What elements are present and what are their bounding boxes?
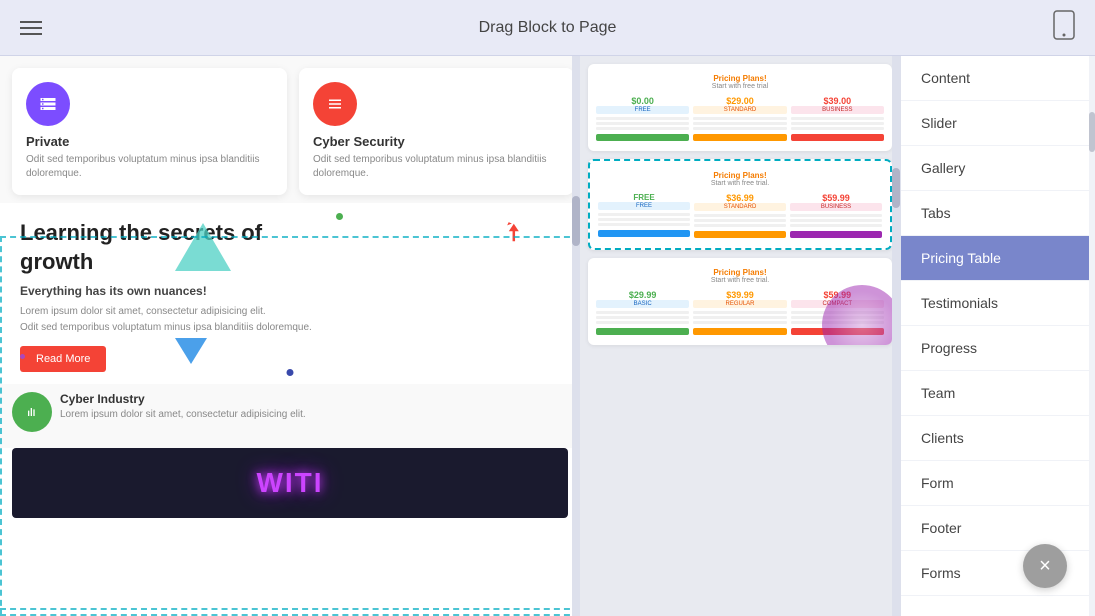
pb1-title: Pricing Plans!	[596, 74, 884, 83]
sidebar-item-footer[interactable]: Footer	[901, 506, 1095, 551]
page-title: Drag Block to Page	[62, 19, 1033, 37]
hero-section: Learning the secrets of growth Everythin…	[0, 203, 580, 384]
card-cybersec-title: Cyber Security	[313, 134, 560, 149]
blue-triangle	[175, 338, 207, 364]
card-cybersec-text: Odit sed temporibus voluptatum minus ips…	[313, 153, 560, 181]
pricing-preview-column: Pricing Plans! Start with free trial $0.…	[580, 56, 900, 616]
selection-border-bottom	[0, 608, 580, 616]
panel-scroll: Content Slider Gallery Tabs Pricing Tabl…	[901, 56, 1095, 616]
sidebar-item-clients[interactable]: Clients	[901, 416, 1095, 461]
arrow-icon	[495, 217, 536, 262]
top-bar: Drag Block to Page	[0, 0, 1095, 56]
card-cybersec: Cyber Security Odit sed temporibus volup…	[299, 68, 574, 195]
hero-body: Lorem ipsum dolor sit amet, consectetur …	[20, 304, 333, 336]
card-industry-text: Lorem ipsum dolor sit amet, consectetur …	[60, 409, 306, 420]
page-preview: Private Odit sed temporibus voluptatum m…	[0, 56, 580, 616]
hero-subtitle: Everything has its own nuances!	[20, 284, 560, 298]
pb3-col-2: $39.99 REGULAR	[693, 290, 786, 335]
pricing-block-2-wrapper: Pricing Plans! Start with free trial. FR…	[588, 159, 892, 250]
pricing-block-2[interactable]: Pricing Plans! Start with free trial. FR…	[588, 159, 892, 250]
teal-shape	[175, 223, 231, 271]
hero-title: Learning the secrets of growth	[20, 219, 317, 276]
indigo-dot	[287, 369, 294, 376]
main-content: Private Odit sed temporibus voluptatum m…	[0, 56, 1095, 616]
sidebar-item-slider[interactable]: Slider	[901, 101, 1095, 146]
sidebar-item-team[interactable]: Team	[901, 371, 1095, 416]
hamburger-icon[interactable]	[20, 21, 42, 35]
pb2-cols: FREE FREE $36.99 STANDARD	[598, 193, 882, 238]
pb2-subtitle: Start with free trial.	[598, 180, 882, 187]
pricing-scrollbar-thumb	[892, 168, 900, 208]
canvas-area: Private Odit sed temporibus voluptatum m…	[0, 56, 900, 616]
green-dot	[336, 213, 343, 220]
card-private-title: Private	[26, 134, 273, 149]
sidebar-item-pricing-table[interactable]: Pricing Table	[901, 236, 1095, 281]
sidebar-item-progress[interactable]: Progress	[901, 326, 1095, 371]
pb2-col-3: $59.99 BUSINESS	[790, 193, 882, 238]
pb1-subtitle: Start with free trial	[596, 83, 884, 90]
pb1-cols: $0.00 FREE $29.00 STANDARD	[596, 96, 884, 141]
card-private: Private Odit sed temporibus voluptatum m…	[12, 68, 287, 195]
pricing-block-3[interactable]: Pricing Plans! Start with free trial. $2…	[588, 258, 892, 345]
card-icon-private	[26, 82, 70, 126]
pb3-col-1: $29.99 BASIC	[596, 290, 689, 335]
pb3-title: Pricing Plans!	[596, 268, 884, 277]
sidebar-item-forms[interactable]: Forms	[901, 551, 1095, 596]
canvas-scrollbar-thumb	[572, 196, 580, 246]
card-industry-title: Cyber Industry	[60, 392, 306, 406]
pb1-col-1: $0.00 FREE	[596, 96, 689, 141]
pb2-col-1: FREE FREE	[598, 193, 690, 238]
card-icon-industry	[12, 392, 52, 432]
sidebar-item-gallery[interactable]: Gallery	[901, 146, 1095, 191]
pb2-title: Pricing Plans!	[598, 171, 882, 180]
pb1-col-3: $39.00 BUSINESS	[791, 96, 884, 141]
read-more-button[interactable]: Read More	[20, 346, 106, 372]
close-button[interactable]: ×	[1023, 544, 1067, 588]
bottom-image: WITI	[12, 448, 568, 518]
panel-scrollbar-thumb	[1089, 112, 1095, 152]
sidebar-item-tabs[interactable]: Tabs	[901, 191, 1095, 236]
right-panel: Content Slider Gallery Tabs Pricing Tabl…	[900, 56, 1095, 616]
pb1-col-2: $29.00 STANDARD	[693, 96, 786, 141]
sidebar-item-content[interactable]: Content	[901, 56, 1095, 101]
card-private-text: Odit sed temporibus voluptatum minus ips…	[26, 153, 273, 181]
device-icon[interactable]	[1053, 10, 1075, 46]
card-industry: Cyber Industry Lorem ipsum dolor sit ame…	[0, 384, 580, 448]
pb2-col-2: $36.99 STANDARD	[694, 193, 786, 238]
card-icon-cybersec	[313, 82, 357, 126]
canvas-scrollbar[interactable]	[572, 56, 580, 616]
sidebar-item-form[interactable]: Form	[901, 461, 1095, 506]
pricing-block-1[interactable]: Pricing Plans! Start with free trial $0.…	[588, 64, 892, 151]
pb3-subtitle: Start with free trial.	[596, 277, 884, 284]
pricing-scrollbar[interactable]	[892, 56, 900, 616]
panel-scrollbar[interactable]	[1089, 56, 1095, 616]
sidebar-item-testimonials[interactable]: Testimonials	[901, 281, 1095, 326]
